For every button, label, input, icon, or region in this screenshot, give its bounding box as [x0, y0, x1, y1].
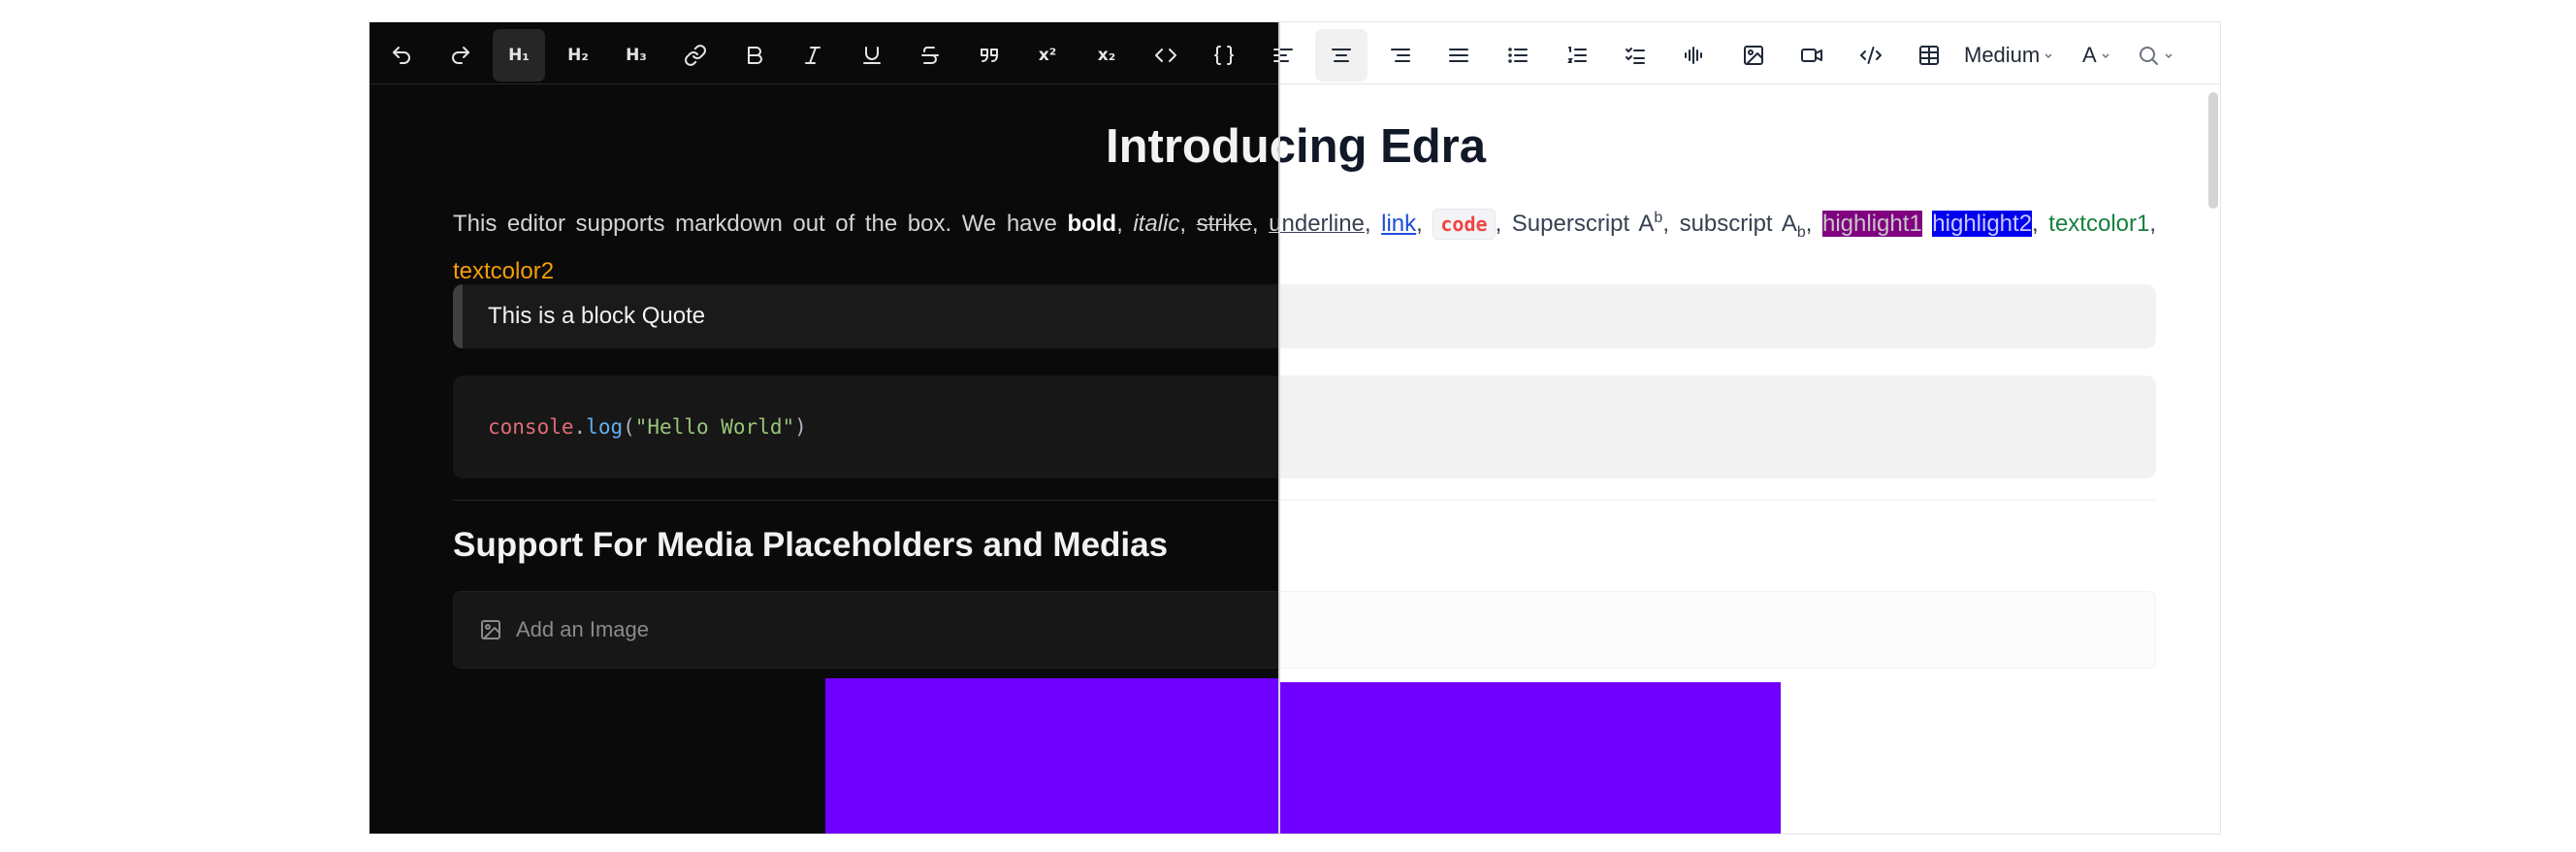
text-color-select[interactable]: A — [2082, 29, 2110, 82]
image-icon — [1744, 46, 1763, 65]
ordered-list-icon — [1567, 47, 1587, 63]
code-close-paren: ) — [794, 415, 807, 439]
link-button[interactable] — [669, 29, 722, 82]
code-dot: . — [573, 415, 587, 439]
heading2-button[interactable]: H₂ — [552, 29, 604, 82]
media-image[interactable] — [1279, 682, 1781, 834]
heading3-label: H₃ — [626, 46, 647, 65]
align-justify-icon — [1449, 49, 1468, 62]
strikethrough-button[interactable] — [904, 29, 956, 82]
image-placeholder-label: Add an Image — [516, 617, 649, 641]
code-block-button[interactable] — [1198, 29, 1250, 82]
undo-button[interactable] — [375, 29, 428, 82]
subscript-text: subscript A — [1679, 211, 1797, 237]
link-text[interactable]: link — [1381, 211, 1416, 237]
redo-icon — [452, 47, 469, 64]
undo-icon — [393, 47, 410, 64]
highlight2-text: highlight2 — [1932, 211, 2033, 237]
quote-icon — [981, 49, 998, 62]
chevron-down-icon — [2165, 53, 2173, 59]
bullet-list-button[interactable] — [1492, 29, 1544, 82]
braces-icon — [1214, 46, 1234, 65]
heading1-label: H₁ — [508, 46, 530, 65]
table-icon — [1919, 46, 1939, 65]
align-right-icon — [1391, 49, 1410, 62]
code-xml-icon — [1860, 47, 1882, 64]
section-heading: Support For Media Placeholders and Media… — [453, 526, 1169, 564]
subscript-label: x₂ — [1097, 46, 1116, 65]
inline-code-button[interactable] — [1140, 29, 1192, 82]
blockquote-button[interactable] — [963, 29, 1015, 82]
image-icon — [481, 620, 500, 639]
intro-text: This editor supports markdown out of the… — [453, 211, 1068, 237]
video-button[interactable] — [1786, 29, 1838, 82]
video-icon — [1801, 49, 1822, 62]
code-function: log — [586, 415, 624, 439]
bold-icon — [748, 47, 762, 64]
audio-waveform-icon — [1685, 47, 1702, 64]
superscript-button[interactable]: x² — [1021, 29, 1074, 82]
underline-text: underline — [1269, 211, 1365, 237]
task-list-button[interactable] — [1609, 29, 1661, 82]
italic-icon — [805, 47, 821, 64]
align-right-button[interactable] — [1374, 29, 1427, 82]
code-icon — [1155, 49, 1176, 62]
superscript-text: Superscript A — [1511, 211, 1655, 237]
heading3-button[interactable]: H₃ — [610, 29, 662, 82]
chevron-down-icon — [2045, 53, 2052, 59]
code-string: "Hello World" — [634, 415, 795, 439]
subscript-value: b — [1796, 223, 1806, 241]
editor-frame: H₁ H₂ H₃ x² x₂ — [369, 21, 2221, 835]
align-center-button[interactable] — [1315, 29, 1368, 82]
align-justify-button[interactable] — [1433, 29, 1485, 82]
superscript-label: x² — [1038, 46, 1057, 65]
chevron-down-icon — [2102, 53, 2109, 59]
strikethrough-icon — [921, 47, 939, 64]
search-button[interactable] — [2137, 29, 2174, 82]
textcolor1-text: textcolor1 — [2048, 211, 2150, 237]
image-button[interactable] — [1727, 29, 1780, 82]
italic-button[interactable] — [787, 29, 839, 82]
bold-button[interactable] — [728, 29, 781, 82]
code-open-paren: ( — [623, 415, 635, 439]
task-list-icon — [1626, 48, 1645, 64]
textcolor2-text: textcolor2 — [453, 257, 555, 284]
inline-code: code — [1433, 209, 1496, 240]
audio-button[interactable] — [1668, 29, 1721, 82]
text-color-label: A — [2082, 43, 2097, 67]
superscript-value: b — [1654, 210, 1663, 226]
scrollbar[interactable] — [2208, 92, 2218, 209]
underline-button[interactable] — [846, 29, 898, 82]
heading2-label: H₂ — [567, 46, 589, 65]
theme-comparison-divider[interactable] — [1278, 21, 1280, 835]
font-size-value: Medium — [1964, 43, 2041, 67]
subscript-button[interactable]: x₂ — [1080, 29, 1133, 82]
table-button[interactable] — [1903, 29, 1955, 82]
redo-button[interactable] — [435, 29, 487, 82]
link-icon — [685, 45, 706, 66]
strike-text: strike — [1196, 211, 1252, 237]
highlight1-text: highlight1 — [1821, 211, 1922, 237]
ordered-list-button[interactable] — [1551, 29, 1603, 82]
code-object: console — [488, 415, 574, 439]
italic-text: italic — [1133, 211, 1180, 237]
font-size-select[interactable]: Medium — [1964, 29, 2053, 82]
underline-icon — [863, 47, 881, 64]
search-icon — [2140, 47, 2158, 65]
align-center-icon — [1332, 49, 1351, 62]
bold-text: bold — [1067, 211, 1117, 237]
bullet-list-icon — [1508, 48, 1528, 63]
heading1-button[interactable]: H₁ — [493, 29, 545, 82]
embed-button[interactable] — [1845, 29, 1897, 82]
